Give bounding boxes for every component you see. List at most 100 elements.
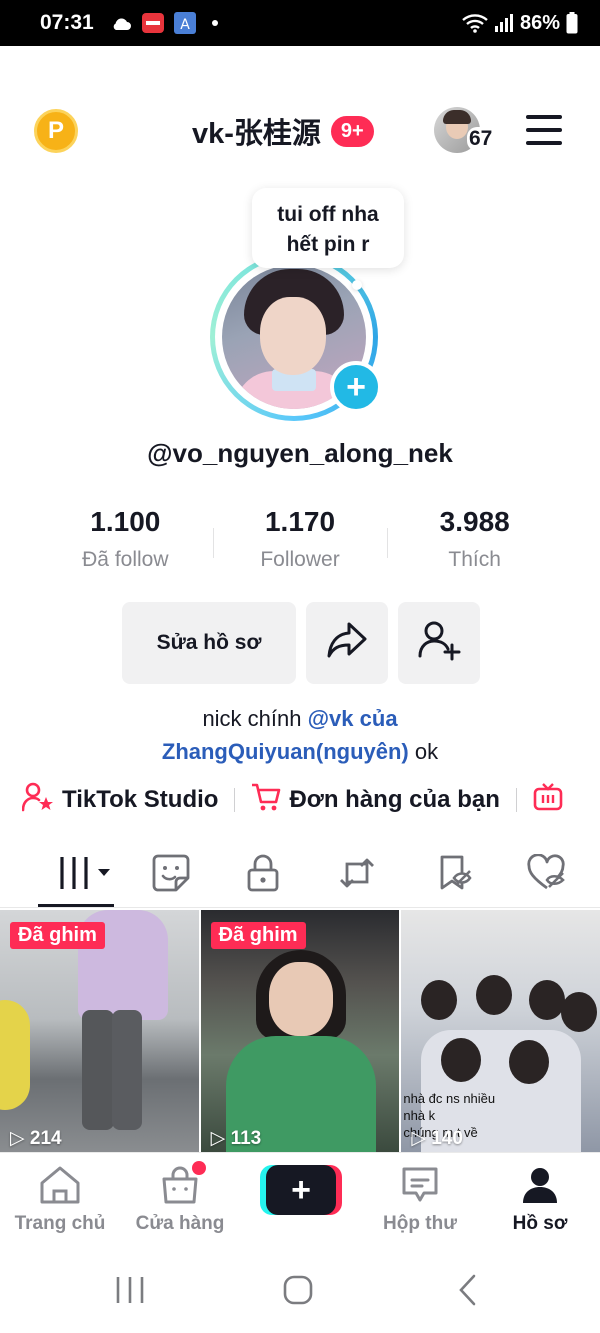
home-icon — [0, 1163, 120, 1207]
share-icon — [325, 620, 369, 666]
tab-stickers[interactable] — [148, 852, 194, 898]
menu-icon[interactable] — [526, 115, 562, 145]
orders-link[interactable]: Đơn hàng của bạn — [251, 782, 500, 819]
note-line-1: tui off nha — [277, 203, 379, 226]
app-notification-icon — [141, 13, 164, 33]
followers-count: 1.170 — [264, 506, 336, 537]
heart-hidden-icon — [527, 852, 567, 897]
play-count-value: 140 — [431, 1128, 463, 1149]
following-count: 1.100 — [90, 506, 161, 537]
studio-user-star-icon — [22, 782, 54, 819]
coin-icon[interactable]: P — [34, 109, 78, 153]
bio-text-2: ok — [408, 739, 439, 764]
link-divider — [234, 788, 236, 812]
back-icon[interactable] — [450, 1270, 486, 1310]
video-thumbnail[interactable]: Đã ghim ▷ 113 — [200, 910, 400, 1152]
note-line-2: hết pin r — [286, 233, 370, 256]
followers-stat[interactable]: 1.170 Follower — [212, 506, 388, 586]
recent-apps-icon[interactable] — [112, 1270, 148, 1310]
status-note-bubble[interactable]: tui off nha hết pin r — [252, 188, 404, 268]
home-button-icon[interactable] — [280, 1270, 316, 1310]
add-friend-button[interactable] — [398, 602, 480, 684]
nav-shop-label: Cửa hàng — [135, 1213, 225, 1234]
followers-label: Follower — [260, 548, 340, 571]
tab-videos[interactable] — [54, 852, 114, 898]
video-grid: Đã ghim ▷ 214 Đã ghim ▷ 113 nhà đc ns nh… — [0, 910, 600, 1152]
bottom-navigation: Trang chủ Cửa hàng + Hộp thư Hồ sơ — [0, 1152, 600, 1248]
nav-home[interactable]: Trang chủ — [0, 1163, 120, 1235]
profile-icon — [480, 1163, 600, 1207]
tabs-divider — [0, 907, 600, 908]
nav-profile-label: Hồ sơ — [512, 1213, 568, 1234]
visitor-count: 67 — [467, 127, 495, 151]
profile-header: P vk-张桂源 9+ 67 — [0, 95, 600, 165]
profile-links: TikTok Studio Đơn hàng của bạn — [22, 780, 600, 820]
notification-badge: 9+ — [330, 115, 374, 147]
battery-percent: 86% — [519, 11, 560, 34]
tab-private[interactable] — [240, 852, 286, 898]
nav-inbox-label: Hộp thư — [383, 1213, 457, 1234]
link-divider — [515, 788, 517, 812]
play-count-value: 214 — [29, 1128, 62, 1149]
sticker-icon — [152, 854, 190, 897]
nav-home-label: Trang chủ — [14, 1213, 106, 1234]
lock-icon — [246, 854, 280, 897]
bio-mention-2[interactable]: ZhangQuiyuan(nguyên) — [162, 739, 409, 764]
studio-label: TikTok Studio — [62, 786, 219, 813]
tiktok-studio-link[interactable]: TikTok Studio — [22, 782, 218, 819]
video-thumbnail[interactable]: Đã ghim ▷ 214 — [0, 910, 199, 1152]
play-count: ▷ 113 — [210, 1128, 262, 1149]
nav-profile[interactable]: Hồ sơ — [480, 1163, 600, 1235]
play-count-value: 113 — [230, 1128, 262, 1149]
shopping-bag-icon — [120, 1163, 240, 1207]
account-switcher[interactable]: vk-张桂源 9+ — [192, 109, 374, 153]
following-label: Đã follow — [82, 548, 169, 571]
profile-stats: 1.100 Đã follow 1.170 Follower 3.988 Thí… — [38, 506, 562, 586]
create-button[interactable]: + — [260, 1165, 342, 1215]
repost-icon — [337, 854, 377, 897]
likes-stat[interactable]: 3.988 Thích — [387, 506, 562, 586]
nav-shop[interactable]: Cửa hàng — [120, 1161, 240, 1235]
likes-count: 3.988 — [439, 506, 510, 537]
following-stat[interactable]: 1.100 Đã follow — [38, 506, 213, 586]
pinned-badge: Đã ghim — [210, 922, 306, 949]
tab-reposts[interactable] — [334, 852, 380, 898]
likes-label: Thích — [448, 548, 501, 571]
plus-icon: + — [266, 1165, 336, 1215]
notification-dot-icon — [211, 20, 218, 26]
inbox-icon — [360, 1163, 480, 1207]
bubble-tail — [352, 280, 362, 290]
nav-inbox[interactable]: Hộp thư — [360, 1163, 480, 1235]
play-count: ▷ 140 — [411, 1128, 463, 1149]
tab-favorites[interactable] — [432, 852, 478, 898]
tab-liked[interactable] — [524, 852, 570, 898]
content-tabs — [0, 846, 600, 908]
system-navigation-bar — [0, 1248, 600, 1333]
add-story-plus-icon[interactable]: + — [330, 361, 382, 413]
grid-icon — [56, 855, 112, 896]
pinned-badge: Đã ghim — [10, 922, 105, 949]
tv-icon[interactable] — [533, 782, 563, 818]
status-bar: 07:31 A 86% — [0, 0, 600, 46]
svg-text:A: A — [180, 17, 190, 33]
share-profile-button[interactable] — [306, 602, 388, 684]
battery-icon — [566, 12, 578, 34]
profile-bio: nick chính @vk của ZhangQuiyuan(nguyên) … — [0, 702, 600, 768]
cloud-icon — [110, 15, 132, 31]
bio-text-1: nick chính — [202, 706, 308, 731]
profile-avatar[interactable]: + — [210, 253, 392, 421]
bio-mention-1[interactable]: @vk của — [308, 706, 398, 731]
account-name: vk-张桂源 — [192, 118, 321, 150]
cart-icon — [251, 782, 281, 819]
profile-actions: Sửa hồ sơ — [122, 602, 480, 684]
status-time: 07:31 — [40, 11, 94, 34]
edit-profile-button[interactable]: Sửa hồ sơ — [122, 602, 296, 684]
orders-label: Đơn hàng của bạn — [289, 786, 500, 813]
username: @vo_nguyen_along_nek — [147, 438, 453, 468]
video-thumbnail[interactable]: nhà đc ns nhiều nhà k chúng m t về ▷ 140 — [401, 910, 600, 1152]
shop-notification-dot — [192, 1161, 206, 1175]
wifi-icon — [462, 13, 488, 33]
play-count: ▷ 214 — [10, 1128, 62, 1149]
signal-icon — [494, 14, 514, 32]
add-user-icon — [417, 618, 461, 668]
